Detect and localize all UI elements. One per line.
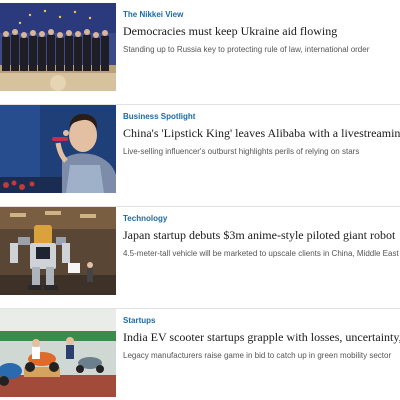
article-headline[interactable]: Japan startup debuts $3m anime-style pil… bbox=[123, 227, 400, 243]
article-card[interactable]: Business Spotlight China's 'Lipstick Kin… bbox=[0, 105, 400, 193]
article-thumbnail[interactable] bbox=[0, 105, 116, 193]
article-category-tag[interactable]: Business Spotlight bbox=[123, 112, 400, 122]
article-headline[interactable]: China's 'Lipstick King' leaves Alibaba w… bbox=[123, 125, 400, 141]
article-thumbnail[interactable] bbox=[0, 207, 116, 295]
article-headline[interactable]: Democracies must keep Ukraine aid flowin… bbox=[123, 23, 400, 39]
article-summary: Standing up to Russia key to protecting … bbox=[123, 45, 370, 54]
article-category-tag[interactable]: Startups bbox=[123, 316, 400, 326]
article-card[interactable]: Startups India EV scooter startups grapp… bbox=[0, 309, 400, 397]
article-card[interactable]: The Nikkei View Democracies must keep Uk… bbox=[0, 3, 400, 91]
article-summary: Live-selling influencer's outburst highl… bbox=[123, 147, 360, 156]
article-category-tag[interactable]: The Nikkei View bbox=[123, 10, 400, 20]
article-category-tag[interactable]: Technology bbox=[123, 214, 400, 224]
article-summary: Legacy manufacturers raise game in bid t… bbox=[123, 351, 392, 360]
article-summary: 4.5-meter-tall vehicle will be marketed … bbox=[123, 249, 399, 258]
article-thumbnail[interactable] bbox=[0, 309, 116, 397]
article-card[interactable]: Technology Japan startup debuts $3m anim… bbox=[0, 207, 400, 295]
article-thumbnail[interactable] bbox=[0, 3, 116, 91]
article-headline[interactable]: India EV scooter startups grapple with l… bbox=[123, 329, 400, 345]
